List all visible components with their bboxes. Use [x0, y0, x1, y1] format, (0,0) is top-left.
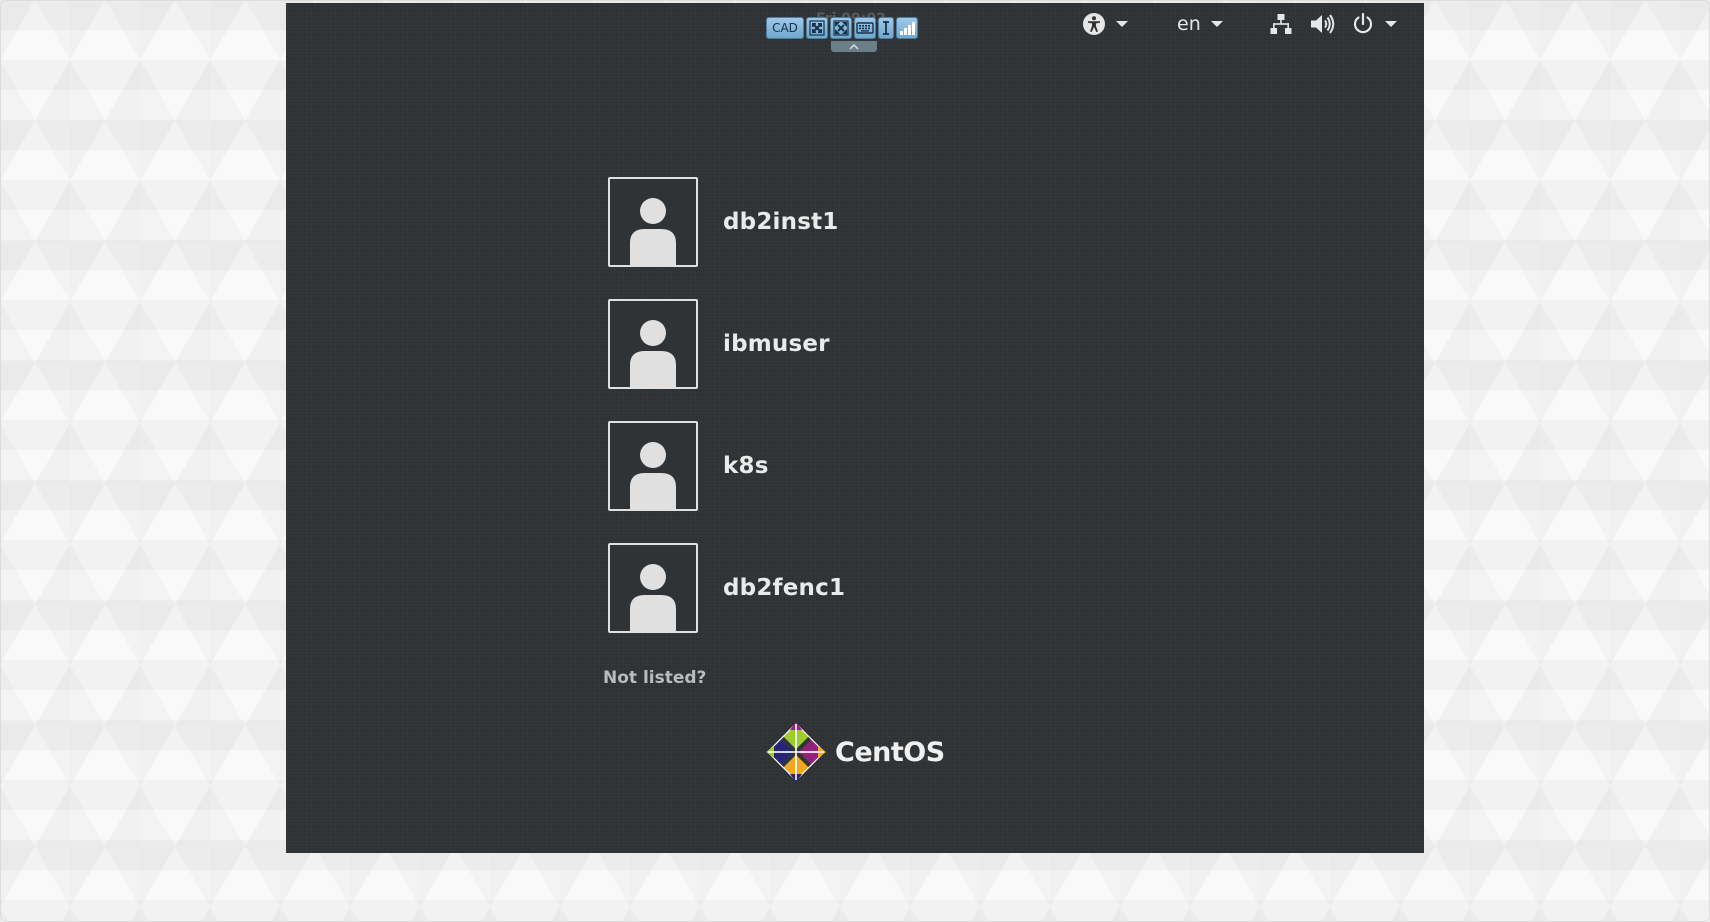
accessibility-icon: [1083, 13, 1105, 35]
signal-bars-icon: [900, 22, 915, 35]
user-name: ibmuser: [723, 331, 830, 357]
user-avatar: [608, 421, 698, 511]
user-avatar-icon: [630, 564, 676, 631]
chevron-down-icon: [1210, 21, 1223, 27]
chevron-down-icon: [1116, 21, 1128, 27]
user-name: db2inst1: [723, 209, 839, 235]
cad-label: CAD: [772, 21, 798, 35]
fullscreen-icon: [833, 20, 849, 36]
power-icon: [1353, 12, 1373, 34]
user-avatar-icon: [630, 198, 676, 265]
volume-icon: [1311, 14, 1335, 34]
volume-indicator[interactable]: [1309, 11, 1335, 37]
language-menu[interactable]: en: [1177, 11, 1223, 37]
user-item-db2inst1[interactable]: db2inst1: [608, 176, 1008, 268]
vm-screen[interactable]: Fri 09:02 CAD: [286, 3, 1424, 853]
user-item-db2fenc1[interactable]: db2fenc1: [608, 542, 1008, 634]
user-item-k8s[interactable]: k8s: [608, 420, 1008, 512]
keyboard-button[interactable]: [854, 17, 876, 39]
user-item-ibmuser[interactable]: ibmuser: [608, 298, 1008, 390]
keyboard-icon: [856, 22, 874, 34]
user-name: k8s: [723, 453, 769, 479]
not-listed-link[interactable]: Not listed?: [603, 668, 706, 688]
cad-button[interactable]: CAD: [766, 17, 804, 39]
user-name: db2fenc1: [723, 575, 846, 601]
language-label: en: [1177, 13, 1201, 35]
centos-wordmark: CentOS: [835, 736, 945, 768]
chevron-up-icon: [849, 43, 859, 49]
fit-screen-icon: [809, 20, 825, 36]
centos-logo-icon: [766, 722, 826, 782]
user-avatar: [608, 543, 698, 633]
user-avatar: [608, 299, 698, 389]
network-indicator[interactable]: [1269, 11, 1293, 37]
centos-logo: CentOS: [765, 721, 945, 783]
chevron-down-icon: [1385, 21, 1397, 27]
user-avatar-icon: [630, 320, 676, 387]
stats-button[interactable]: [896, 17, 918, 39]
user-avatar: [608, 177, 698, 267]
text-cursor-button[interactable]: [878, 17, 894, 39]
accessibility-menu[interactable]: [1082, 11, 1128, 37]
fullscreen-button[interactable]: [830, 17, 852, 39]
toolbar-collapse-handle[interactable]: [831, 41, 877, 52]
power-menu[interactable]: [1351, 11, 1397, 37]
vnc-toolbar: CAD: [766, 13, 918, 43]
network-wired-icon: [1270, 14, 1292, 34]
text-cursor-icon: [883, 21, 889, 35]
fit-screen-button[interactable]: [806, 17, 828, 39]
user-avatar-icon: [630, 442, 676, 509]
